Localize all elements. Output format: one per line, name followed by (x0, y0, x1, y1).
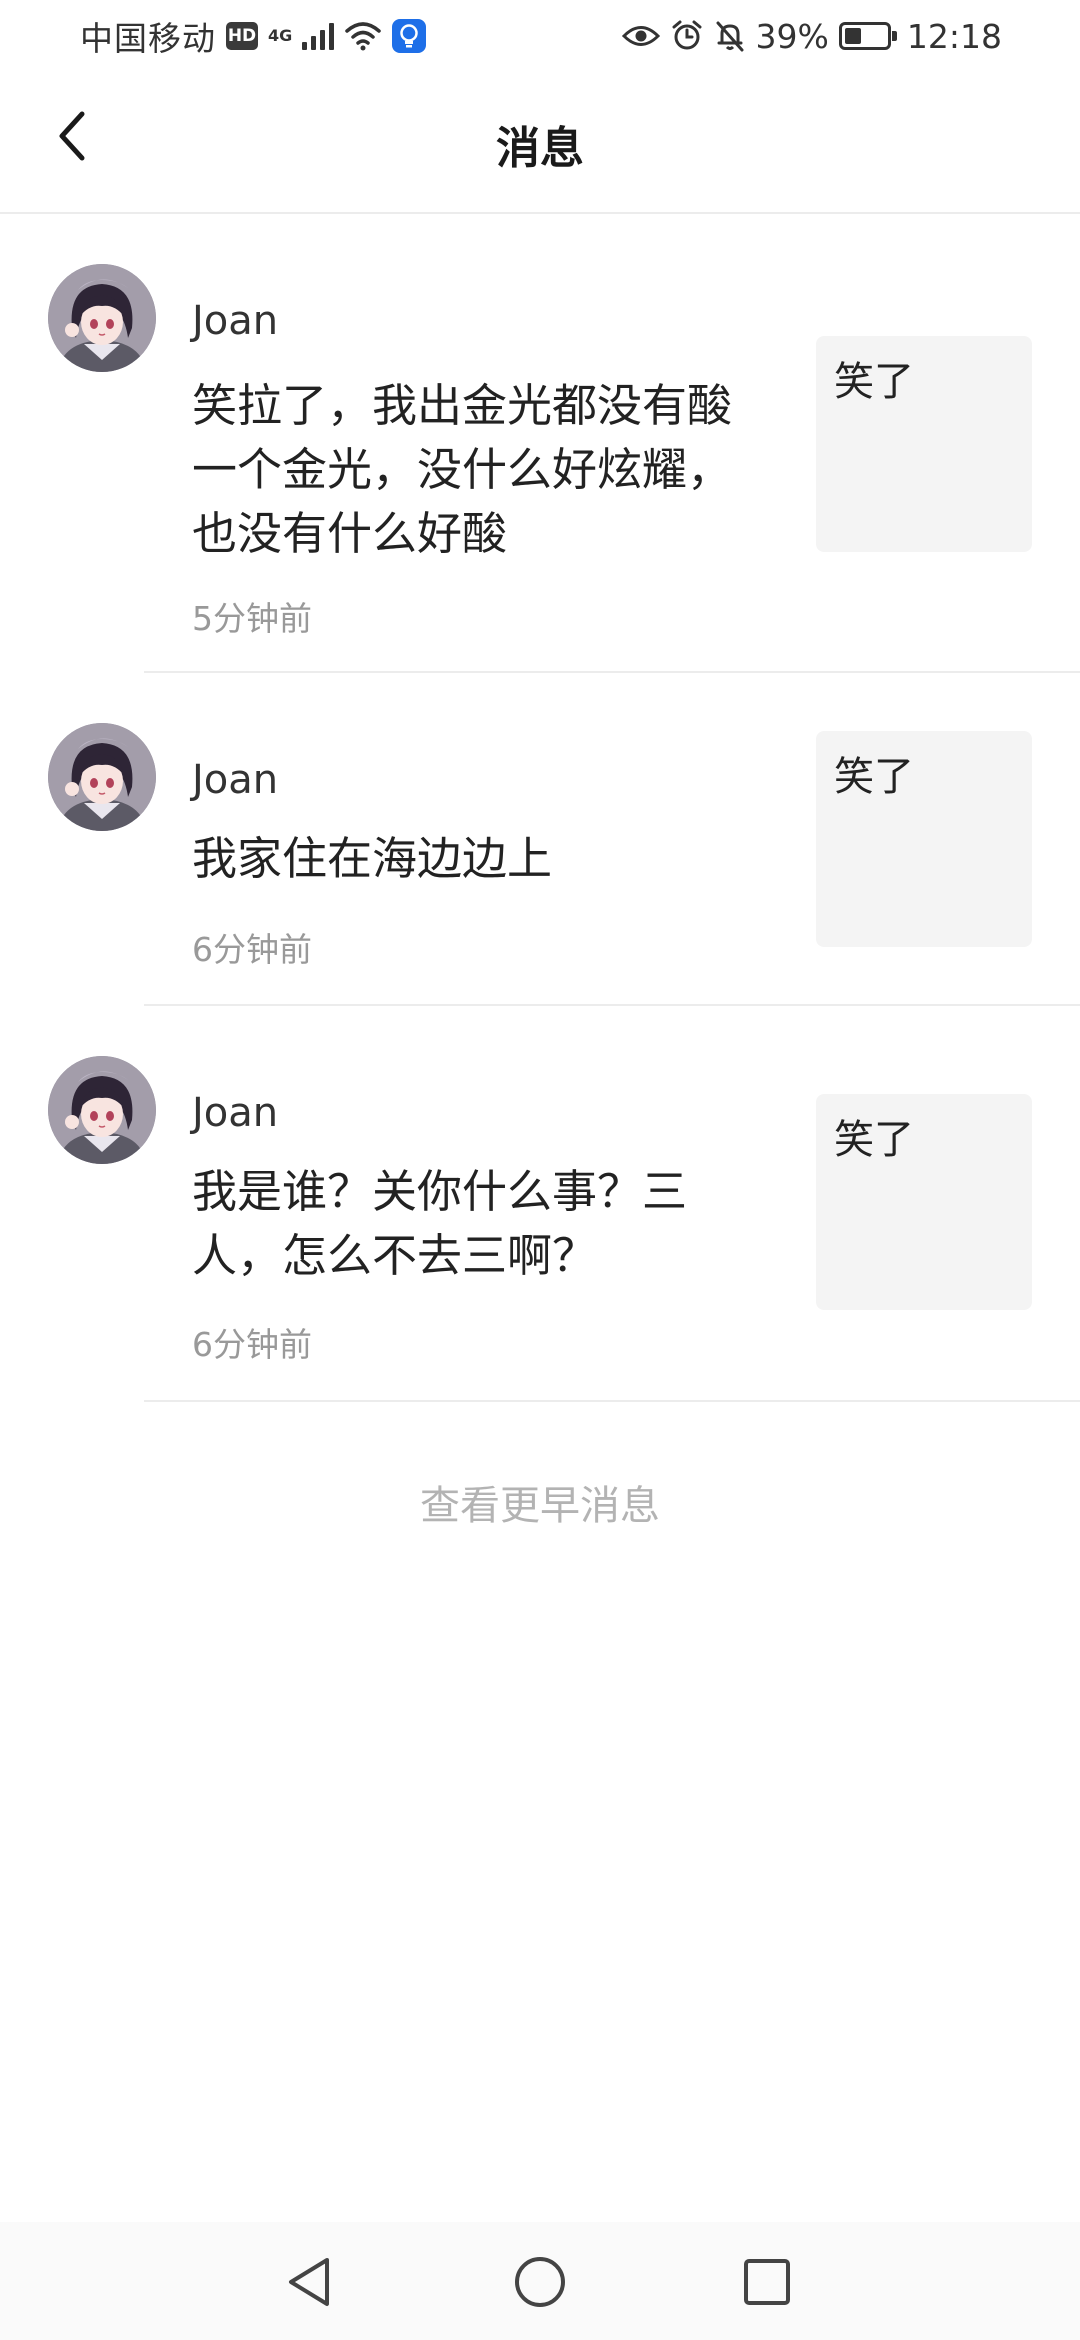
home-circle-icon (515, 2257, 565, 2307)
message-text: 我是谁？关你什么事？三人，怎么不去三啊？ (192, 1165, 688, 1282)
message-time: 5分钟前 (192, 599, 312, 638)
bulb-icon (392, 19, 427, 53)
carrier-name: 中国移动 (80, 19, 216, 58)
quoted-post[interactable]: 笑了 (816, 1094, 1032, 1310)
wifi-icon (345, 22, 382, 51)
page-title: 消息 (496, 123, 584, 174)
message-item[interactable]: Joan 我家住在海边边上 6分钟前 笑了 (0, 673, 1080, 1006)
hd-badge: HD (226, 22, 258, 50)
system-navigation-bar (0, 2222, 1080, 2340)
network-type: 4G (268, 26, 293, 45)
avatar[interactable] (48, 264, 156, 372)
nav-back-button[interactable] (280, 2252, 340, 2312)
clock: 12:18 (906, 16, 1002, 56)
status-bar-left: 中国移动 HD 4G (80, 12, 427, 60)
status-bar-right: 39% 12:18 (621, 16, 1002, 56)
signal-icon (302, 22, 335, 50)
message-text: 我家住在海边边上 (192, 832, 553, 885)
message-item[interactable]: Joan 我是谁？关你什么事？三人，怎么不去三啊？ 6分钟前 笑了 (0, 1006, 1080, 1402)
message-text: 笑拉了，我出金光都没有酸一个金光，没什么好炫耀，也没有什么好酸 (192, 379, 733, 560)
message-time: 6分钟前 (192, 1325, 312, 1364)
message-list: Joan 笑拉了，我出金光都没有酸一个金光，没什么好炫耀，也没有什么好酸 5分钟… (0, 214, 1080, 1402)
nav-home-button[interactable] (510, 2252, 570, 2312)
quoted-post[interactable]: 笑了 (816, 336, 1032, 552)
battery-percent: 39% (755, 16, 829, 56)
alarm-icon (672, 20, 702, 50)
recents-square-icon (744, 2259, 790, 2305)
quoted-post[interactable]: 笑了 (816, 731, 1032, 947)
avatar[interactable] (48, 723, 156, 831)
mute-icon (716, 21, 744, 52)
app-header: 消息 (0, 72, 1080, 214)
avatar[interactable] (48, 1056, 156, 1164)
sender-name: Joan (192, 298, 279, 344)
sender-name: Joan (192, 757, 279, 803)
sender-name: Joan (192, 1090, 279, 1136)
nav-recents-button[interactable] (737, 2252, 797, 2312)
back-triangle-icon (289, 2258, 329, 2306)
battery-icon (838, 22, 897, 50)
battery-level (844, 28, 861, 44)
eye-icon (621, 26, 660, 46)
message-time: 6分钟前 (192, 930, 312, 969)
status-bar: 中国移动 HD 4G 39% 12:18 (0, 0, 1080, 72)
view-earlier-messages-link[interactable]: 查看更早消息 (0, 1473, 1080, 1531)
message-item[interactable]: Joan 笑拉了，我出金光都没有酸一个金光，没什么好炫耀，也没有什么好酸 5分钟… (0, 214, 1080, 673)
